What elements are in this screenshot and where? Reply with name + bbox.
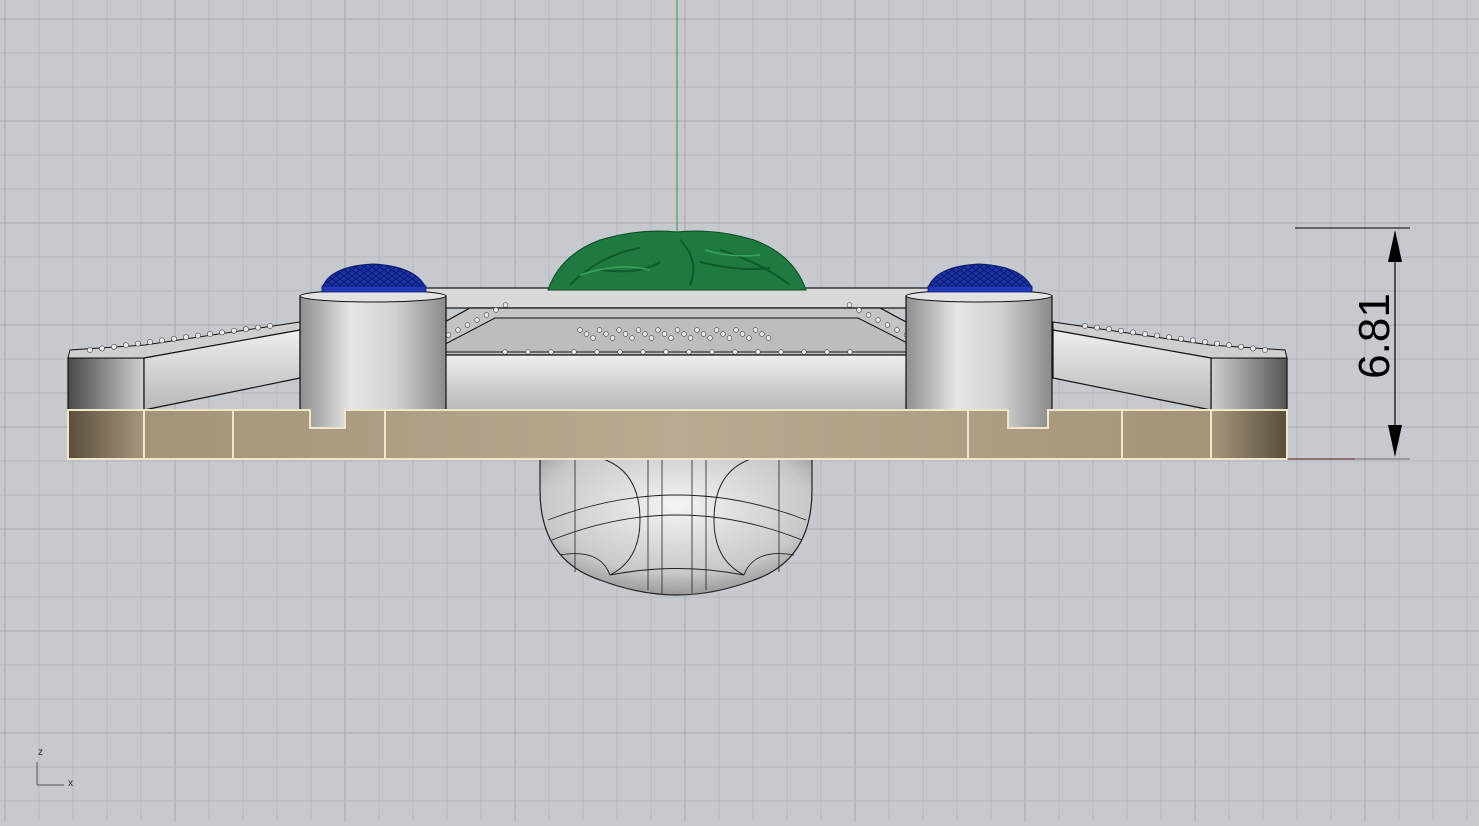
- top-frame-bar: [419, 287, 941, 309]
- axis-x-label: x: [68, 778, 73, 789]
- axis-z-label: z: [38, 747, 43, 758]
- center-trapezoid-frame[interactable]: [384, 302, 969, 411]
- dimension-value-label: 6.81: [1350, 293, 1399, 379]
- right-bezel[interactable]: [905, 263, 1053, 429]
- base-plate[interactable]: [67, 409, 1288, 460]
- left-bezel[interactable]: [299, 263, 447, 429]
- viewport-canvas[interactable]: [0, 0, 1479, 821]
- dimension-arrow-top: [1388, 230, 1402, 262]
- axis-icon: [36, 762, 64, 786]
- emerald-gem[interactable]: [547, 230, 807, 291]
- left-arm[interactable]: [67, 321, 301, 411]
- bail-loop[interactable]: [539, 457, 813, 596]
- right-arm[interactable]: [1052, 321, 1288, 411]
- front-viewport[interactable]: 6.81 z x: [0, 0, 1479, 821]
- dimension-arrow-bottom: [1388, 425, 1402, 457]
